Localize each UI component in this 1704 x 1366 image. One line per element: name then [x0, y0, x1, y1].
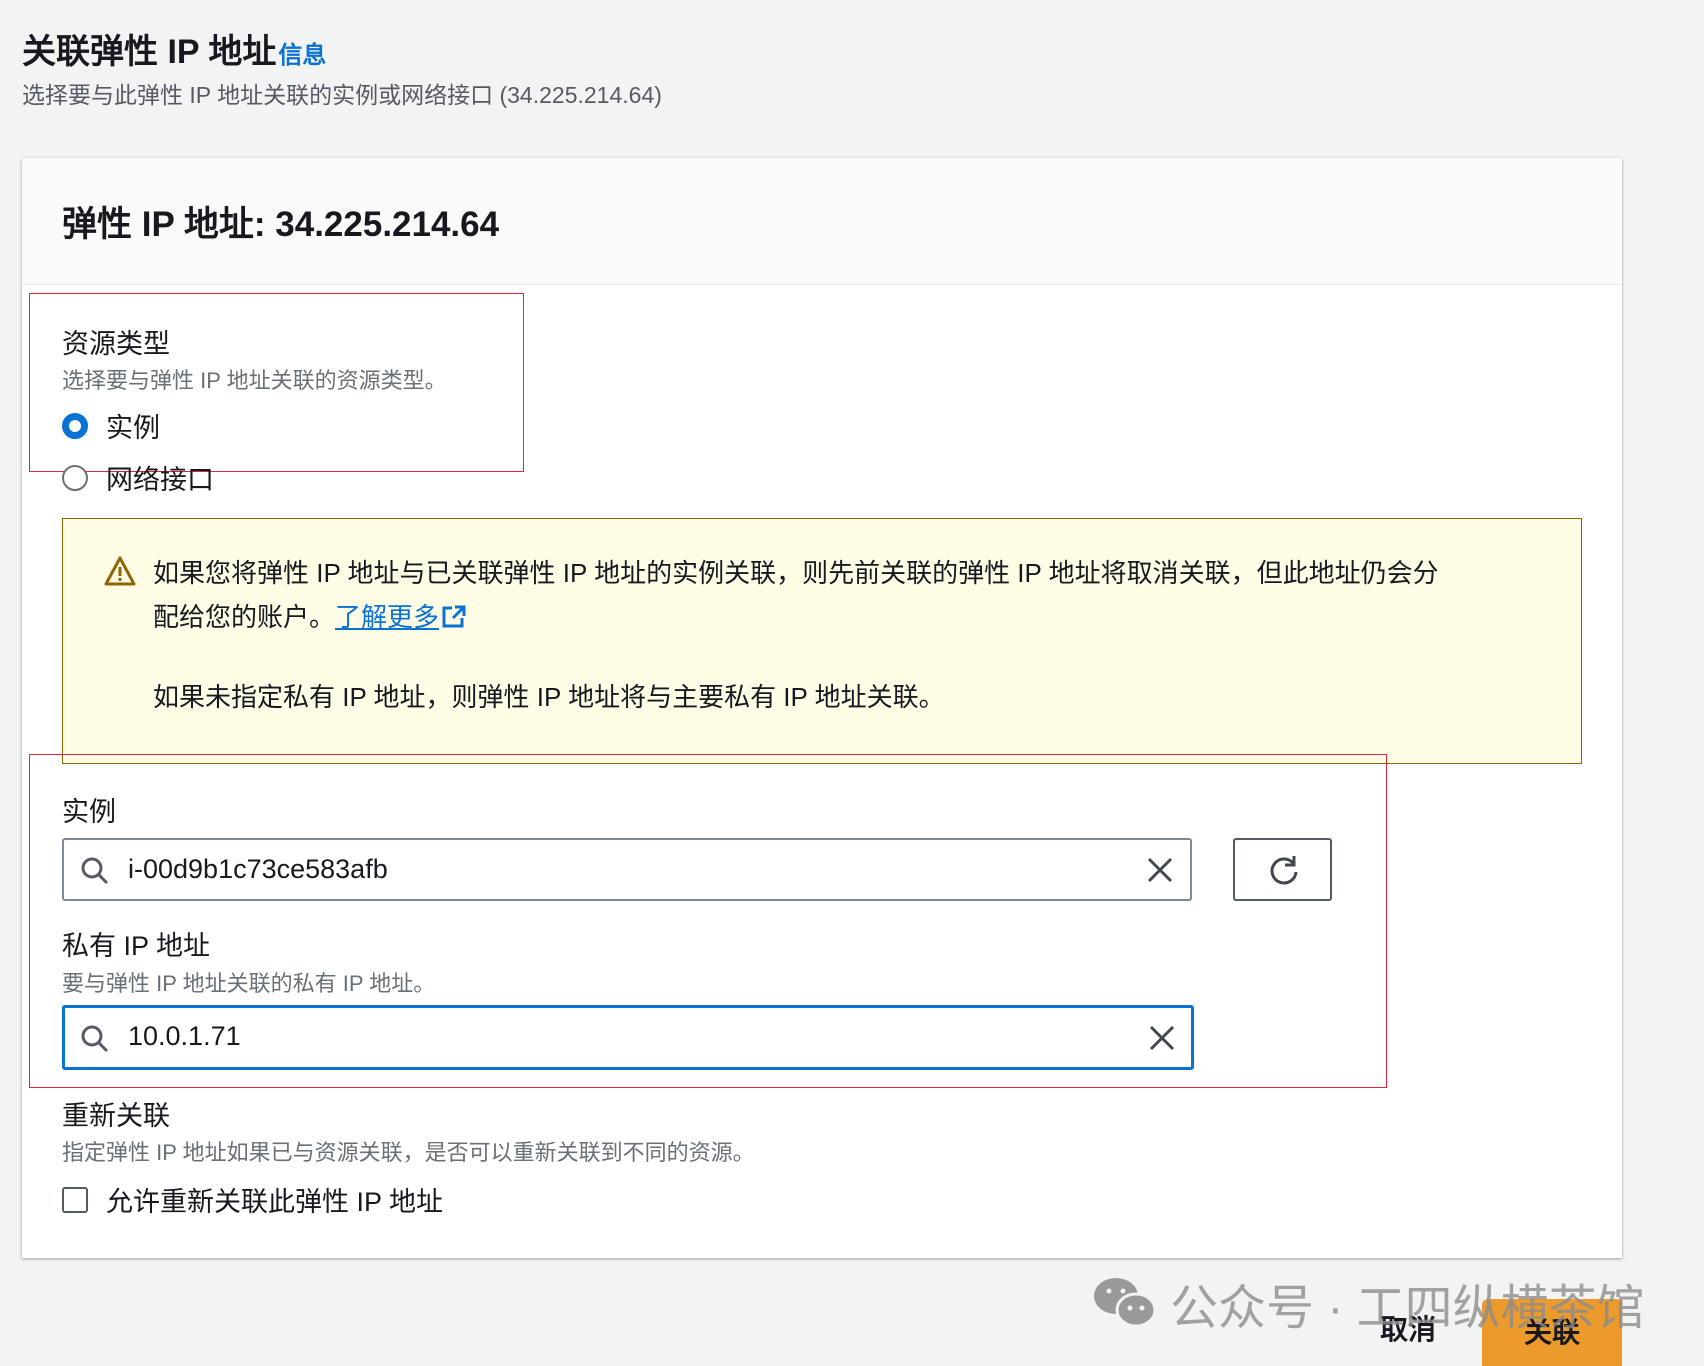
search-icon [81, 1025, 109, 1053]
radio-label: 网络接口 [106, 465, 214, 495]
page-subtitle: 选择要与此弹性 IP 地址关联的实例或网络接口 (34.225.214.64) [22, 82, 662, 108]
checkbox-label: 允许重新关联此弹性 IP 地址 [106, 1187, 444, 1217]
private-ip-description: 要与弹性 IP 地址关联的私有 IP 地址。 [62, 971, 436, 996]
radio-instance[interactable]: 实例 [62, 406, 160, 445]
refresh-icon [1270, 856, 1298, 885]
instance-label: 实例 [62, 797, 116, 827]
elastic-ip-card: 弹性 IP 地址: 34.225.214.64 资源类型 选择要与弹性 IP 地… [22, 158, 1622, 1258]
resource-type-label: 资源类型 [62, 329, 170, 359]
reassociation-label: 重新关联 [62, 1101, 170, 1131]
private-ip-label: 私有 IP 地址 [62, 931, 211, 961]
watermark: 公众号 · 工四纵横茶馆 [1092, 1268, 1645, 1338]
search-icon [81, 857, 109, 885]
radio-button-selected[interactable] [62, 412, 88, 439]
radio-button[interactable] [62, 464, 88, 491]
checkbox[interactable] [62, 1186, 88, 1213]
reassociation-description: 指定弹性 IP 地址如果已与资源关联，是否可以重新关联到不同的资源。 [62, 1140, 755, 1165]
learn-more-link[interactable]: 了解更多 [335, 602, 467, 632]
card-title: 弹性 IP 地址: 34.225.214.64 [62, 205, 500, 244]
private-ip-search-input[interactable]: 10.0.1.71 [62, 1005, 1194, 1070]
watermark-text: 公众号 · 工四纵横茶馆 [1170, 1282, 1645, 1335]
info-link[interactable]: 信息 [278, 42, 326, 69]
radio-label: 实例 [106, 413, 160, 443]
warning-icon [104, 556, 136, 586]
clear-icon[interactable] [1146, 856, 1174, 884]
instance-search-input[interactable]: i-00d9b1c73ce583afb [62, 838, 1192, 901]
instance-value: i-00d9b1c73ce583afb [128, 854, 388, 884]
external-link-icon [442, 605, 466, 628]
warning-line3: 如果未指定私有 IP 地址，则弹性 IP 地址将与主要私有 IP 地址关联。 [153, 682, 945, 712]
private-ip-value: 10.0.1.71 [128, 1021, 241, 1051]
warning-line2: 配给您的账户。 [153, 602, 336, 632]
allow-reassociation-checkbox[interactable]: 允许重新关联此弹性 IP 地址 [62, 1180, 443, 1219]
page-title: 关联弹性 IP 地址信息 [22, 24, 326, 73]
refresh-button[interactable] [1233, 838, 1332, 901]
warning-alert: 如果您将弹性 IP 地址与已关联弹性 IP 地址的实例关联，则先前关联的弹性 I… [62, 518, 1582, 764]
resource-type-description: 选择要与弹性 IP 地址关联的资源类型。 [62, 368, 447, 393]
radio-network-interface[interactable]: 网络接口 [62, 458, 214, 497]
wechat-icon [1094, 1278, 1157, 1328]
warning-line1: 如果您将弹性 IP 地址与已关联弹性 IP 地址的实例关联，则先前关联的弹性 I… [153, 558, 1439, 588]
warning-text: 如果您将弹性 IP 地址与已关联弹性 IP 地址的实例关联，则先前关联的弹性 I… [153, 551, 1553, 719]
clear-icon[interactable] [1148, 1024, 1176, 1052]
page-title-text: 关联弹性 IP 地址 [22, 33, 277, 71]
card-header: 弹性 IP 地址: 34.225.214.64 [22, 158, 1622, 285]
